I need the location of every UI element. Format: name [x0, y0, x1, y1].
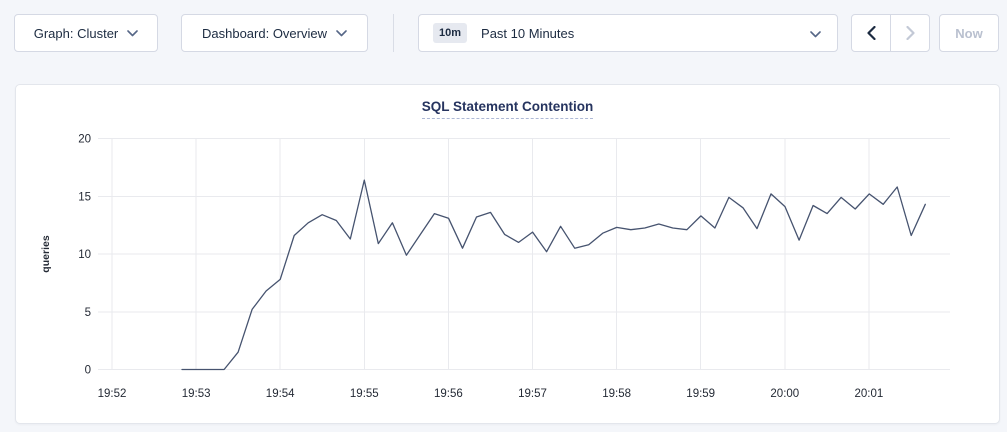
chevron-left-icon	[867, 26, 876, 40]
chevron-down-icon	[336, 30, 347, 37]
time-range-step-group	[851, 14, 930, 52]
prev-range-button[interactable]	[852, 15, 890, 51]
svg-text:15: 15	[78, 191, 91, 203]
svg-text:19:53: 19:53	[182, 388, 211, 400]
svg-text:19:55: 19:55	[350, 388, 379, 400]
svg-text:19:52: 19:52	[98, 388, 127, 400]
toolbar-divider	[393, 14, 394, 52]
svg-text:20:00: 20:00	[770, 388, 799, 400]
graph-dropdown-label: Graph: Cluster	[34, 26, 119, 41]
time-range-badge: 10m	[433, 23, 467, 43]
toolbar: Graph: Cluster Dashboard: Overview 10m P…	[0, 0, 1007, 70]
svg-text:20:01: 20:01	[855, 388, 884, 400]
chevron-down-icon	[127, 30, 138, 37]
svg-text:19:59: 19:59	[686, 388, 715, 400]
svg-text:19:57: 19:57	[518, 388, 547, 400]
chart-title[interactable]: SQL Statement Contention	[422, 99, 594, 119]
dashboard-dropdown[interactable]: Dashboard: Overview	[181, 14, 368, 52]
chart-title-wrap: SQL Statement Contention	[16, 98, 999, 119]
svg-text:0: 0	[85, 365, 91, 377]
time-range-picker[interactable]: 10m Past 10 Minutes	[418, 14, 838, 52]
dashboard-dropdown-label: Dashboard: Overview	[202, 26, 327, 41]
chevron-down-icon	[810, 31, 821, 38]
svg-text:10: 10	[78, 249, 91, 261]
svg-text:19:58: 19:58	[602, 388, 631, 400]
svg-text:queries: queries	[40, 235, 52, 273]
time-range-label: Past 10 Minutes	[481, 26, 574, 41]
graph-dropdown[interactable]: Graph: Cluster	[14, 14, 158, 52]
chart-card: SQL Statement Contention 0 5 10 15 20 19:52 19…	[15, 84, 1000, 424]
svg-text:19:56: 19:56	[434, 388, 463, 400]
svg-text:5: 5	[85, 307, 91, 319]
now-button[interactable]: Now	[939, 14, 999, 52]
svg-text:20: 20	[78, 134, 91, 146]
chevron-right-icon	[906, 26, 915, 40]
next-range-button[interactable]	[890, 15, 929, 51]
sql-contention-line-chart: 0 5 10 15 20 19:52 19:53 19:54 19:55 19:56 19:57 19…	[16, 125, 1001, 425]
svg-text:19:54: 19:54	[266, 388, 295, 400]
